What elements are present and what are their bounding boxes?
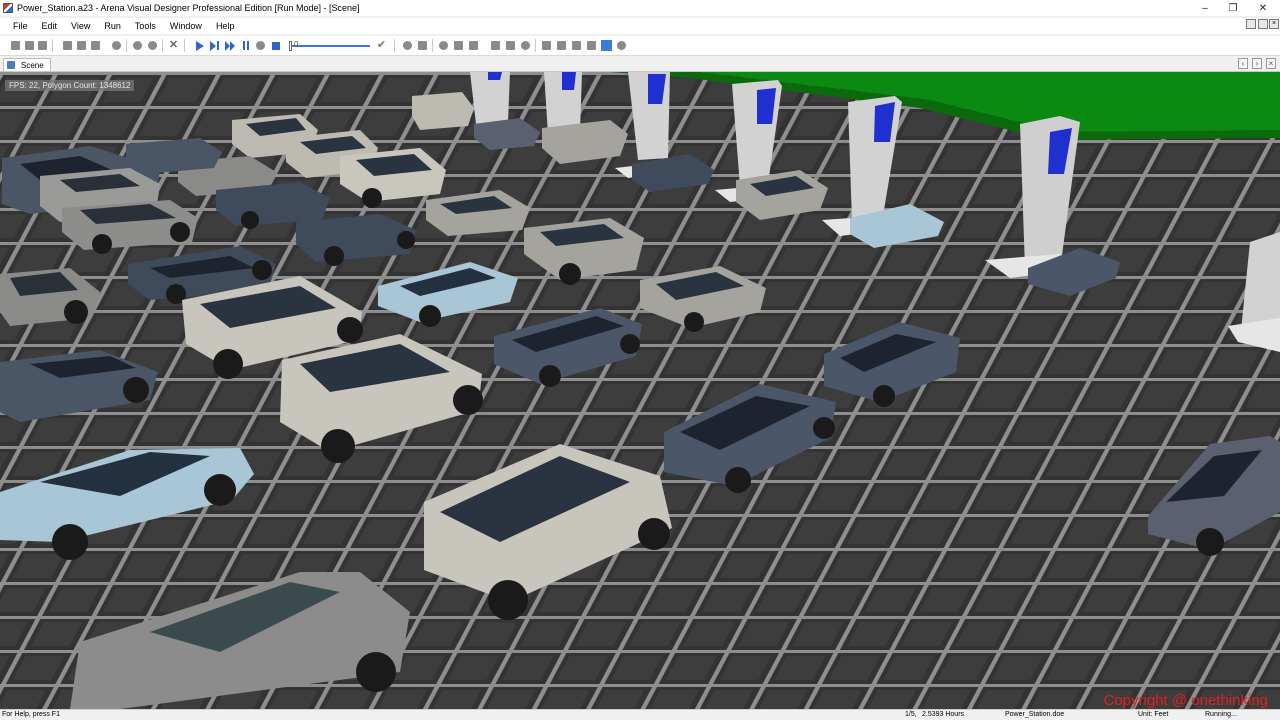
app-icon (3, 3, 13, 13)
menu-run[interactable]: Run (97, 21, 128, 31)
object-icon[interactable] (468, 40, 479, 51)
stop-icon[interactable] (270, 40, 281, 51)
undo-icon[interactable] (132, 40, 143, 51)
grid-snap-icon[interactable] (601, 40, 612, 51)
redo-icon[interactable] (147, 40, 158, 51)
tab-label: Scene (21, 60, 44, 70)
status-state: Running... (1205, 711, 1237, 718)
pause-icon[interactable] (240, 40, 251, 51)
scene-icon (7, 61, 15, 69)
pan-icon[interactable] (402, 40, 413, 51)
path-icon[interactable] (505, 40, 516, 51)
menu-window[interactable]: Window (163, 21, 209, 31)
orbit-icon[interactable] (438, 40, 449, 51)
layout-icon[interactable] (490, 40, 501, 51)
slider-value: 0 (294, 40, 299, 49)
fps-counter: FPS: 22, Polygon Count: 1348612 (5, 80, 135, 91)
cut-icon[interactable] (62, 40, 73, 51)
view-4-icon[interactable] (586, 40, 597, 51)
save-icon[interactable] (37, 40, 48, 51)
title-bar: Power_Station.a23 - Arena Visual Designe… (0, 0, 1280, 16)
step-icon[interactable] (209, 40, 220, 51)
open-icon[interactable] (24, 40, 35, 51)
box-icon[interactable] (453, 40, 464, 51)
new-icon[interactable] (10, 40, 21, 51)
paste-icon[interactable] (90, 40, 101, 51)
menu-edit[interactable]: Edit (35, 21, 65, 31)
copy-icon[interactable] (76, 40, 87, 51)
settings-icon[interactable] (616, 40, 627, 51)
fast-forward-icon[interactable] (224, 40, 235, 51)
menu-bar: File Edit View Run Tools Window Help (0, 18, 1280, 34)
window-title: Power_Station.a23 - Arena Visual Designe… (17, 3, 360, 13)
mdi-maximize-icon[interactable] (1258, 19, 1268, 29)
view-2-icon[interactable] (556, 40, 567, 51)
document-tab-strip: Scene (0, 57, 1280, 72)
select-icon[interactable] (417, 40, 428, 51)
tab-close-button[interactable]: × (1266, 58, 1276, 69)
status-unit: Unit: Feet (1138, 711, 1169, 718)
view-icon[interactable] (541, 40, 552, 51)
status-replication: 1/5, (905, 711, 917, 718)
breakpoint-icon[interactable] (255, 40, 266, 51)
mdi-close-icon[interactable]: × (1269, 19, 1279, 29)
tab-scene[interactable]: Scene (3, 58, 51, 71)
play-icon[interactable] (194, 40, 205, 51)
tab-next-button[interactable]: › (1252, 58, 1262, 69)
status-time: 2.5393 Hours (922, 711, 965, 718)
menu-help[interactable]: Help (209, 21, 242, 31)
maximize-button[interactable]: ❐ (1218, 0, 1248, 16)
charging-station (470, 72, 510, 124)
delete-icon[interactable]: ✕ (168, 40, 179, 51)
minimize-button[interactable]: – (1190, 0, 1220, 16)
speed-slider[interactable]: 0 (288, 39, 372, 53)
watermark: Copyright @ onethinking (1103, 692, 1269, 709)
close-button[interactable]: ✕ (1248, 0, 1278, 16)
car (412, 92, 474, 130)
refresh-icon[interactable] (111, 40, 122, 51)
zoom-icon[interactable] (520, 40, 531, 51)
tab-prev-button[interactable]: ‹ (1238, 58, 1248, 69)
scene-render (0, 72, 1280, 709)
status-file: Power_Station.doe (1005, 711, 1065, 718)
mdi-restore-icon[interactable] (1246, 19, 1256, 29)
menu-tools[interactable]: Tools (128, 21, 163, 31)
toolbar: ✕ ✔ (0, 36, 1280, 56)
status-help: For Help, press F1 (2, 711, 60, 718)
check-icon[interactable]: ✔ (376, 40, 387, 51)
menu-file[interactable]: File (0, 21, 35, 31)
scene-viewport[interactable]: FPS: 22, Polygon Count: 1348612 Copyrigh… (0, 72, 1280, 709)
status-bar: For Help, press F1 1/5, 2.5393 Hours Pow… (0, 709, 1280, 720)
slider-thumb[interactable] (289, 41, 292, 51)
menu-view[interactable]: View (64, 21, 97, 31)
view-3-icon[interactable] (571, 40, 582, 51)
